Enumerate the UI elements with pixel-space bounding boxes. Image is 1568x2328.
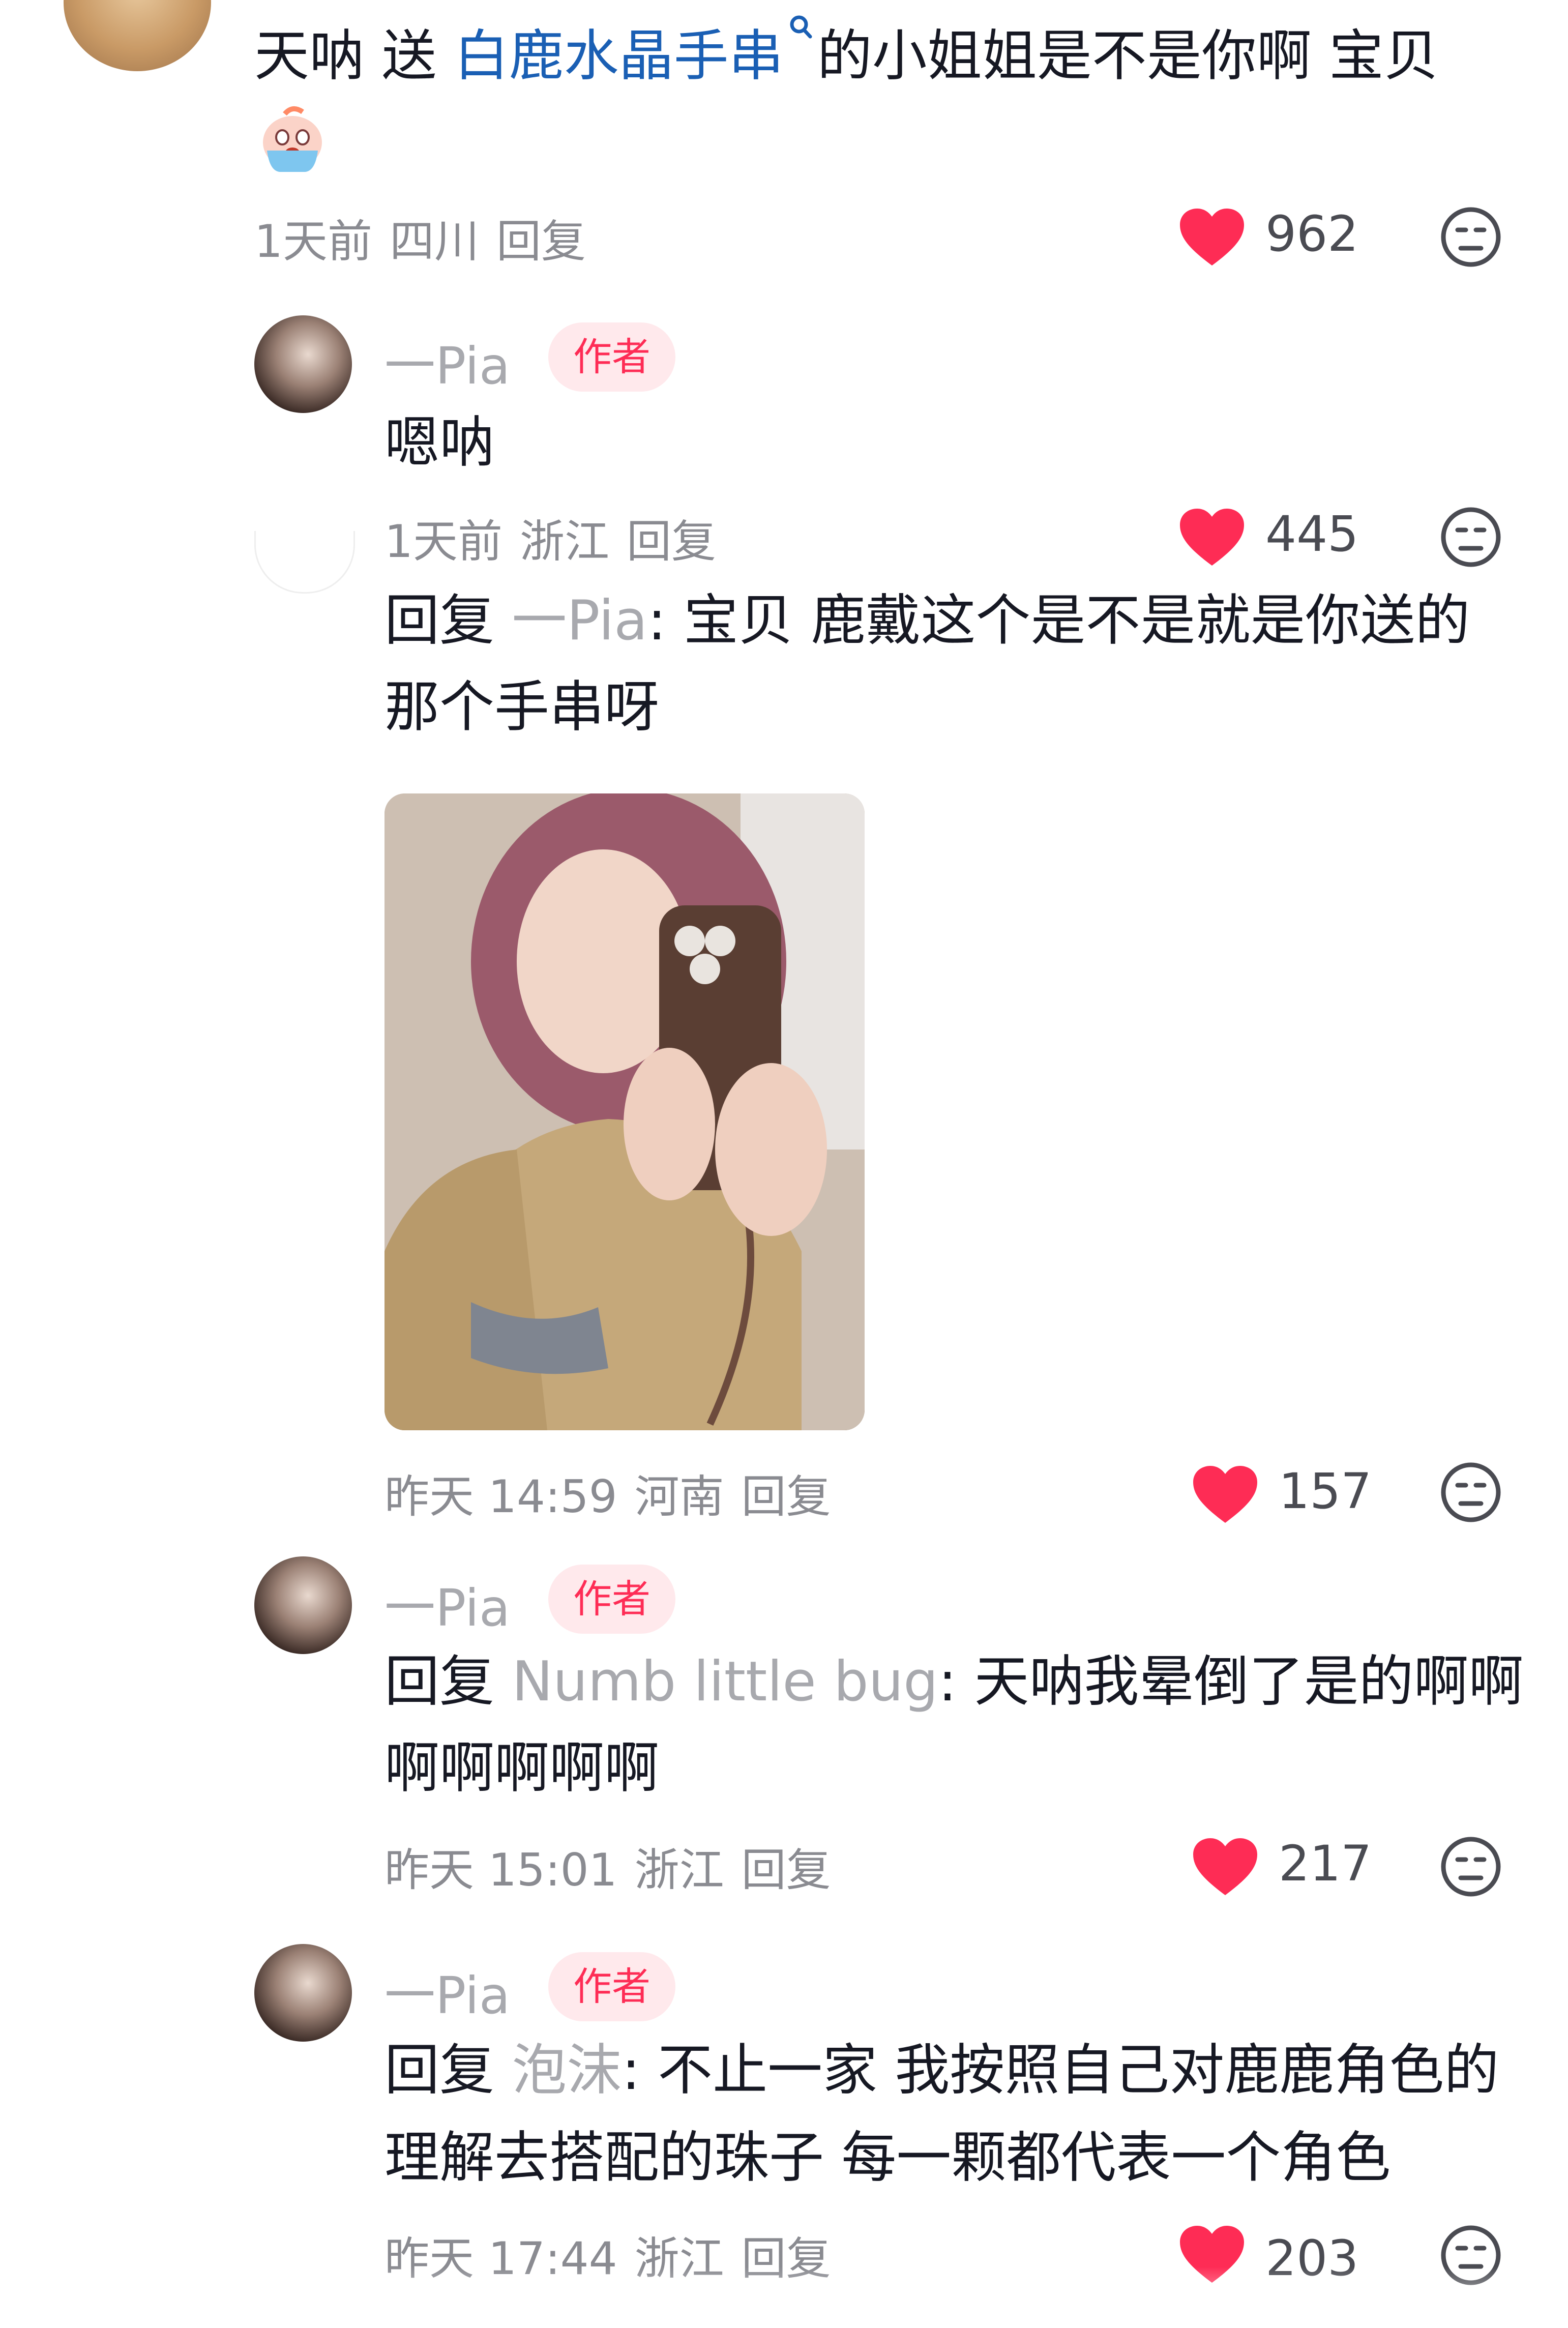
heart-icon [1193,1838,1257,1895]
reply-text: 回复 一Pia: 宝贝 鹿戴这个是不是就是你送的 [384,589,1470,653]
like-button[interactable]: 445 [1180,504,1358,575]
author-avatar[interactable] [254,315,352,413]
reply-location: 浙江 [634,1844,724,1896]
author-tag: 作者 [548,1565,675,1634]
comment-link[interactable]: 白鹿水晶手串 [454,15,817,88]
reply-button[interactable]: 回复 [627,515,716,568]
comment-time: 1天前 [254,215,372,268]
replier-avatar[interactable] [254,531,355,594]
reply-photo[interactable] [384,793,865,1430]
reply-location: 浙江 [520,515,610,568]
commenter-avatar[interactable] [64,0,211,71]
emoji-face-icon[interactable] [1439,506,1502,569]
comment-meta: 1天前 四川 回复 [254,205,603,270]
author-tag: 作者 [548,322,675,392]
reply-target[interactable]: 一Pia [512,589,647,653]
comment-location: 四川 [390,215,480,268]
reply-text: 回复 Numb little bug: 天呐我晕倒了是的啊啊 [384,1650,1524,1714]
reply-time: 昨天 15:01 [384,1844,617,1896]
author-tag: 作者 [548,1952,675,2021]
emoji-face-icon[interactable] [1439,205,1502,269]
reply-button[interactable]: 回复 [742,1844,831,1896]
author-avatar[interactable] [254,1556,352,1654]
reply-time: 1天前 [384,515,502,568]
like-count: 445 [1265,506,1359,563]
author-name[interactable]: 一Pia [384,1567,510,1640]
like-count: 217 [1279,1835,1372,1892]
reply-meta: 昨天 14:59 河南 回复 [384,1461,848,1525]
reply-text-line2: 那个手串呀 [384,675,660,739]
bottom-fade [0,2267,1568,2328]
like-button[interactable]: 157 [1193,1461,1372,1532]
like-count: 157 [1279,1463,1372,1520]
reply-meta: 昨天 15:01 浙江 回复 [384,1834,848,1899]
emoji-face-icon[interactable] [1439,1461,1502,1524]
comment-text: 天呐 送 白鹿水晶手串 的小姐姐是不是你啊 宝贝 [254,13,1439,100]
like-button[interactable]: 962 [1180,202,1358,274]
reply-meta: 1天前 浙江 回复 [384,506,733,570]
reply-text: 嗯呐 [384,411,495,475]
emoji-face-icon[interactable] [1439,1835,1502,1898]
reply-text: 回复 泡沫: 不止一家 我按照自己对鹿鹿角色的 [384,2039,1499,2102]
reply-text-line2: 啊啊啊啊啊 [384,1736,660,1800]
author-avatar[interactable] [254,1944,352,2042]
heart-icon [1180,209,1244,266]
reply-location: 河南 [634,1470,724,1523]
reply-button[interactable]: 回复 [496,215,586,268]
search-icon [790,15,812,39]
heart-icon [1193,1466,1257,1523]
heart-icon [1180,509,1244,566]
reply-text-line2: 理解去搭配的珠子 每一颗都代表一个角色 [384,2126,1391,2190]
reply-target[interactable]: Numb little bug [512,1650,938,1714]
reply-target[interactable]: 泡沫 [512,2039,622,2102]
author-name[interactable]: 一Pia [384,325,510,398]
author-name[interactable]: 一Pia [384,1954,510,2028]
like-button[interactable]: 217 [1193,1833,1372,1904]
crying-face-emoji [254,100,331,176]
reply-button[interactable]: 回复 [742,1470,831,1523]
reply-time: 昨天 14:59 [384,1470,617,1523]
like-count: 962 [1265,205,1359,262]
